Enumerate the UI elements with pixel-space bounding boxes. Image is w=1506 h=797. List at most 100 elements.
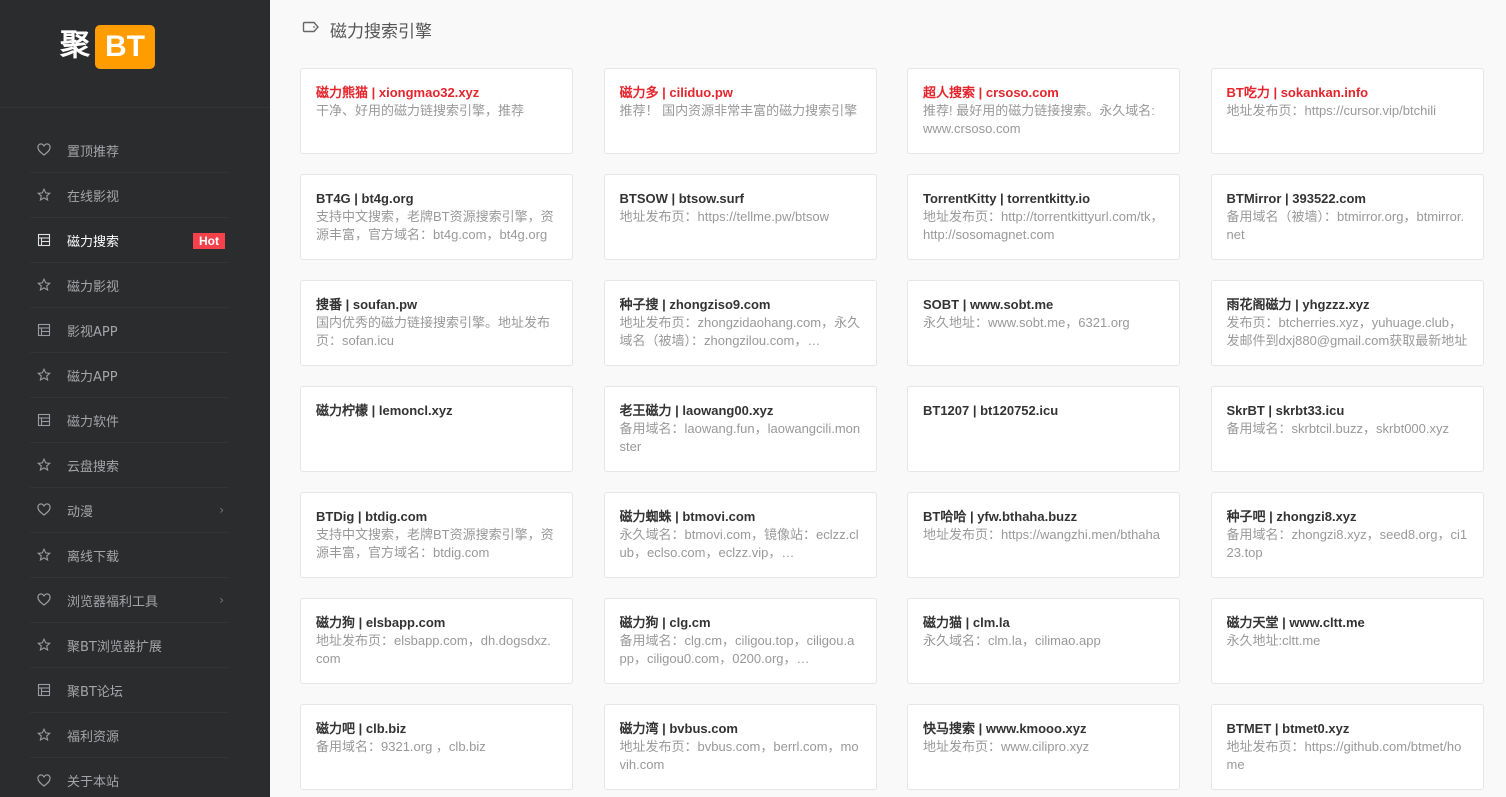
sidebar-item-label: 磁力影视 [67, 279, 120, 295]
card-description: 备用域名：laowang.fun，laowangcili.monster [619, 421, 861, 454]
card-description: 备用域名：9321.org ，clb.biz [316, 739, 486, 754]
site-card[interactable]: BTMirror | 393522.com 备用域名（被墙）：btmirror.o… [1210, 174, 1484, 260]
site-card[interactable]: 磁力狗 | clg.cm 备用域名：clg.cm，ciligou.top，cili… [603, 598, 877, 684]
card-description: 备用域名：clg.cm，ciligou.top，ciligou.app，cili… [619, 633, 855, 666]
sidebar-item[interactable]: 磁力影视 [30, 263, 228, 308]
card-description: 推荐！ 国内资源非常丰富的磁力搜索引擎 [619, 103, 858, 118]
site-card[interactable]: 老王磁力 | laowang00.xyz 备用域名：laowang.fun，lao… [603, 386, 877, 472]
site-card[interactable]: 磁力吧 | clb.biz 备用域名：9321.org ，clb.biz [300, 704, 573, 790]
card-title: 磁力狗 | clg.cm [619, 615, 711, 630]
sidebar-item[interactable]: 磁力搜索 Hot [30, 218, 228, 263]
sidebar-item[interactable]: 浏览器福利工具 › [30, 578, 228, 623]
site-card[interactable]: 雨花阁磁力 | yhgzzz.xyz 发布页：btcherries.xyz，yuh… [1210, 280, 1484, 366]
card-description: 地址发布页：https://github.com/btmet/home [1226, 739, 1462, 772]
sidebar-item[interactable]: 云盘搜索 [30, 443, 228, 488]
sidebar-item-label: 福利资源 [67, 729, 120, 745]
site-card[interactable]: SOBT | www.sobt.me 永久地址：www.sobt.me，6321.… [907, 280, 1180, 366]
card-title: 磁力蜘蛛 | btmovi.com [619, 509, 756, 524]
sidebar-item-label: 云盘搜索 [67, 459, 120, 475]
site-card[interactable]: BT哈哈 | yfw.bthaha.buzz 地址发布页：https://wang… [907, 492, 1180, 578]
sidebar-item[interactable]: 在线影视 [30, 173, 228, 218]
grid-icon [37, 233, 51, 247]
star-icon [37, 548, 51, 562]
logo-badge: BT [95, 25, 155, 69]
card-title: 种子搜 | zhongziso9.com [619, 297, 771, 312]
chevron-right-icon: › [219, 503, 224, 517]
card-title: BT1207 | bt120752.icu [923, 403, 1059, 418]
logo[interactable]: 聚 BT [0, 0, 270, 108]
site-card[interactable]: BT吃力 | sokankan.info 地址发布页：https://cursor… [1210, 68, 1484, 154]
heart-icon [37, 503, 51, 517]
card-description: 发布页：btcherries.xyz，yuhuage.club，发邮件到dxj8… [1226, 315, 1468, 348]
sidebar-item-label: 在线影视 [67, 189, 120, 205]
sidebar-item-label: 置顶推荐 [67, 144, 120, 160]
sidebar-item[interactable]: 置顶推荐 [30, 128, 228, 173]
sidebar: 聚 BT 置顶推荐在线影视磁力搜索 Hot 磁力影视影视APP 磁力APP 磁力软件云盘… [0, 0, 270, 797]
sidebar-item[interactable]: 磁力APP [30, 353, 228, 398]
site-card[interactable]: 快马搜索 | www.kmooo.xyz 地址发布页：www.cilipro.xy… [907, 704, 1180, 790]
site-card[interactable]: 磁力猫 | clm.la 永久域名：clm.la，cilimao.app [907, 598, 1180, 684]
sidebar-item-label: 离线下载 [67, 549, 120, 565]
site-card-grid: 磁力熊猫 | xiongmao32.xyz 干净、好用的磁力链搜索引擎，推荐 磁力多… [300, 68, 1484, 790]
card-description: 备用域名（被墙）：btmirror.org，btmirror.net [1226, 209, 1465, 242]
card-description: 国内优秀的磁力链接搜索引擎。地址发布页：sofan.icu [316, 315, 551, 348]
heart-icon [37, 773, 51, 788]
site-card[interactable]: 磁力柠檬 | lemoncl.xyz [300, 386, 573, 472]
site-card[interactable]: 超人搜索 | crsoso.com 推荐! 最好用的磁力链接搜索。永久域名: ww… [907, 68, 1180, 154]
tag-icon [302, 18, 320, 40]
card-description: 地址发布页：elsbapp.com，dh.dogsdxz.com [316, 633, 551, 666]
site-card[interactable]: BT4G | bt4g.org 支持中文搜索，老牌BT资源搜索引擎，资源丰富，官方… [300, 174, 573, 260]
hot-badge: Hot [193, 233, 225, 249]
site-card[interactable]: 种子搜 | zhongziso9.com 地址发布页：zhongzidaohang… [603, 280, 877, 366]
sidebar-item[interactable]: 磁力软件 [30, 398, 228, 443]
site-card[interactable]: 磁力湾 | bvbus.com 地址发布页：bvbus.com，berrl.com… [603, 704, 877, 790]
card-description: 地址发布页：www.cilipro.xyz [923, 739, 1090, 754]
card-title: BT吃力 | sokankan.info [1226, 85, 1369, 100]
site-card[interactable]: 磁力多 | ciliduo.pw 推荐！ 国内资源非常丰富的磁力搜索引擎 [603, 68, 877, 154]
card-description: 地址发布页：http://torrentkittyurl.com/tk，http… [923, 209, 1164, 242]
card-title: SOBT | www.sobt.me [923, 297, 1054, 312]
card-description: 支持中文搜索，老牌BT资源搜索引擎，资源丰富，官方域名：btdig.com [316, 527, 554, 560]
sidebar-item[interactable]: 聚BT论坛 [30, 668, 228, 713]
site-card[interactable]: TorrentKitty | torrentkitty.io 地址发布页：http… [907, 174, 1180, 260]
card-description: 干净、好用的磁力链搜索引擎，推荐 [316, 103, 525, 118]
star-icon [37, 368, 51, 382]
card-title: 磁力天堂 | www.cltt.me [1226, 615, 1365, 630]
card-title: 超人搜索 | crsoso.com [923, 85, 1059, 100]
grid-icon [37, 683, 51, 697]
site-card[interactable]: BTDig | btdig.com 支持中文搜索，老牌BT资源搜索引擎，资源丰富，… [300, 492, 573, 578]
site-card[interactable]: 磁力狗 | elsbapp.com 地址发布页：elsbapp.com，dh.do… [300, 598, 573, 684]
site-card[interactable]: 磁力熊猫 | xiongmao32.xyz 干净、好用的磁力链搜索引擎，推荐 [300, 68, 573, 154]
sidebar-item[interactable]: 关于本站 [30, 758, 228, 797]
page-header: 磁力搜索引擎 [302, 18, 432, 42]
site-card[interactable]: 种子吧 | zhongzi8.xyz 备用域名：zhongzi8.xyz，seed… [1210, 492, 1484, 578]
main-content: 磁力搜索引擎 磁力熊猫 | xiongmao32.xyz 干净、好用的磁力链搜索引… [270, 0, 1506, 797]
heart-icon [37, 143, 51, 157]
card-description: 推荐! 最好用的磁力链接搜索。永久域名: www.crsoso.com [923, 103, 1155, 136]
site-card[interactable]: SkrBT | skrbt33.icu 备用域名：skrbtcil.buzz，sk… [1210, 386, 1484, 472]
site-card[interactable]: BTSOW | btsow.surf 地址发布页：https://tellme.p… [603, 174, 877, 260]
card-title: 磁力湾 | bvbus.com [619, 721, 739, 736]
card-title: BT4G | bt4g.org [316, 191, 414, 206]
sidebar-item[interactable]: 影视APP [30, 308, 228, 353]
heart-icon [37, 593, 51, 607]
site-card[interactable]: 磁力蜘蛛 | btmovi.com 永久域名：btmovi.com，镜像站：ecl… [603, 492, 877, 578]
site-card[interactable]: BT1207 | bt120752.icu [907, 386, 1180, 472]
star-icon [37, 728, 51, 742]
card-description: 地址发布页：https://wangzhi.men/bthaha [923, 527, 1160, 542]
sidebar-item[interactable]: 聚BT浏览器扩展 [30, 623, 228, 668]
sidebar-item[interactable]: 福利资源 [30, 713, 228, 758]
card-description: 支持中文搜索，老牌BT资源搜索引擎，资源丰富，官方域名：bt4g.com，bt4… [316, 209, 554, 242]
card-description: 永久地址:cltt.me [1226, 633, 1321, 648]
sidebar-item[interactable]: 离线下载 [30, 533, 228, 578]
card-title: BTSOW | btsow.surf [619, 191, 744, 206]
sidebar-item[interactable]: 动漫 › [30, 488, 228, 533]
card-title: BT哈哈 | yfw.bthaha.buzz [923, 509, 1078, 524]
card-title: TorrentKitty | torrentkitty.io [923, 191, 1091, 206]
site-card[interactable]: 搜番 | soufan.pw 国内优秀的磁力链接搜索引擎。地址发布页：sofan.… [300, 280, 573, 366]
sidebar-item-label: 影视APP [67, 324, 118, 340]
card-title: BTMET | btmet0.xyz [1226, 721, 1350, 736]
card-description: 地址发布页：zhongzidaohang.com，永久域名（被墙）：zhongz… [619, 315, 861, 348]
site-card[interactable]: 磁力天堂 | www.cltt.me 永久地址:cltt.me [1210, 598, 1484, 684]
site-card[interactable]: BTMET | btmet0.xyz 地址发布页：https://github.c… [1210, 704, 1484, 790]
